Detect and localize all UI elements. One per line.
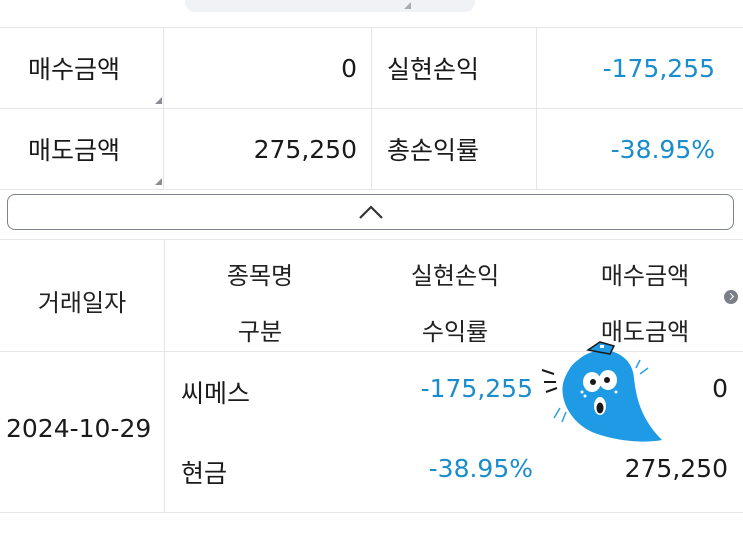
collapse-summary-button[interactable]	[7, 194, 734, 230]
header-type: 구분	[237, 318, 283, 346]
summary-panel: 매수금액 0 실현손익 -175,255 매도금액 275,250 총손익률 -…	[0, 27, 743, 190]
summary-label: 매수금액	[0, 28, 164, 108]
row-stock-name: 씨메스	[181, 379, 251, 408]
scroll-right-icon[interactable]	[724, 290, 738, 304]
shocked-ghost-mascot-icon	[541, 341, 662, 442]
row-realized-pl: -175,255	[420, 374, 533, 403]
summary-label: 총손익률	[373, 109, 537, 189]
row-type: 현금	[181, 459, 228, 488]
header-buy: 매수금액	[600, 262, 690, 290]
top-search-pill[interactable]	[185, 0, 475, 12]
table-header: 거래일자 종목명 구분 실현손익 수익률 매수금액 매도금액	[0, 239, 743, 351]
row-date: 2024-10-29	[6, 414, 152, 443]
summary-label: 실현손익	[373, 28, 537, 108]
summary-value: 275,250	[165, 109, 372, 189]
divider	[164, 352, 165, 512]
summary-value: 0	[165, 28, 372, 108]
summary-label: 매도금액	[0, 109, 164, 189]
header-realized: 실현손익	[410, 262, 500, 290]
row-rate: -38.95%	[428, 454, 533, 483]
summary-row-buy: 매수금액 0 실현손익 -175,255	[0, 27, 743, 108]
summary-value-total-rate: -38.95%	[610, 134, 715, 164]
dropdown-corner-indicator[interactable]	[155, 178, 162, 185]
header-name: 종목명	[226, 262, 294, 290]
summary-value-realized-pl: -175,255	[602, 53, 715, 83]
row-buy-amount: 0	[712, 374, 728, 403]
dropdown-corner-indicator[interactable]	[155, 97, 162, 104]
summary-row-sell: 매도금액 275,250 총손익률 -38.95%	[0, 108, 743, 190]
header-date: 거래일자	[37, 289, 127, 317]
chevron-up-icon	[358, 205, 383, 219]
header-rate: 수익률	[421, 318, 489, 346]
row-sell-amount: 275,250	[624, 454, 728, 483]
dropdown-corner-indicator	[404, 2, 411, 9]
